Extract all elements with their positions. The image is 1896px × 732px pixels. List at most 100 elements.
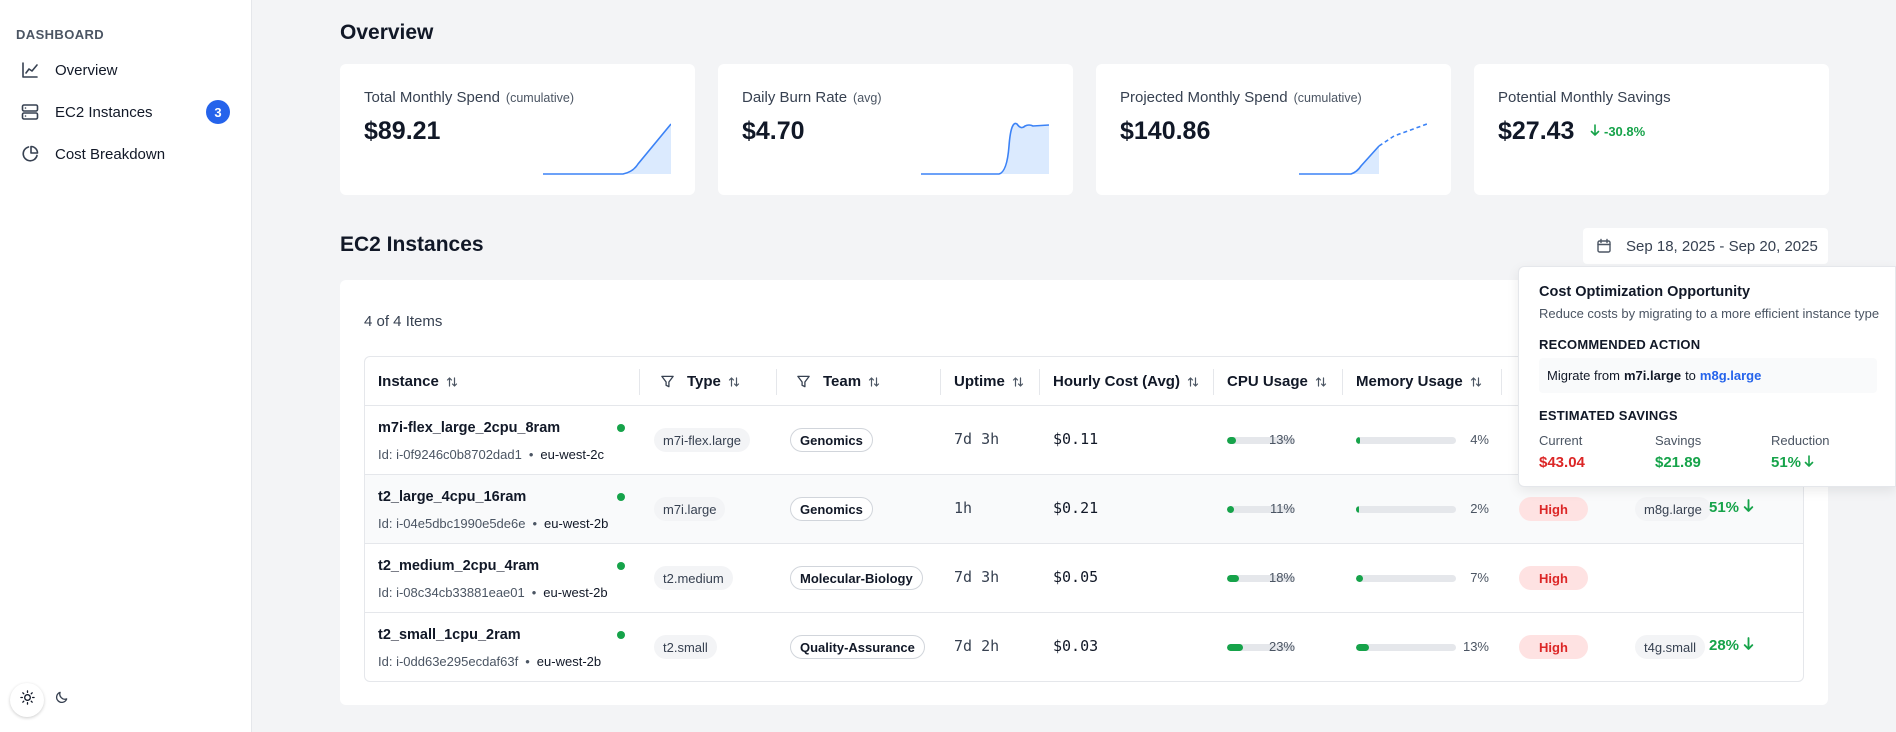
separator-dot: • — [532, 516, 538, 531]
migrate-to-type-link[interactable]: m8g.large — [1700, 368, 1761, 383]
memory-usage-value: 7% — [1470, 570, 1489, 585]
uptime-value: 7d 2h — [954, 637, 1000, 655]
separator-dot: • — [525, 654, 530, 669]
filter-icon[interactable] — [796, 374, 811, 389]
savings-change: -30.8% — [1590, 124, 1645, 139]
popover-description: Reduce costs by migrating to a more effi… — [1539, 306, 1880, 321]
stat-label: Total Monthly Spend (cumulative) — [364, 89, 574, 106]
stat-label-sub: (cumulative) — [505, 91, 574, 105]
instance-id: Id: i-08c34cb33881eae01 — [378, 585, 525, 600]
reduction-value-wrap: 51% — [1771, 454, 1830, 471]
instance-name: t2_small_1cpu_2ram — [378, 627, 521, 643]
uptime-value: 7d 3h — [954, 568, 1000, 586]
savings-percent: 51% — [1709, 499, 1754, 516]
sort-icon[interactable] — [1470, 376, 1482, 388]
current-cost-label: Current — [1539, 433, 1583, 448]
recommended-action-heading: RECOMMENDED ACTION — [1539, 337, 1701, 352]
memory-usage-value: 2% — [1470, 501, 1489, 516]
sidebar-item-label: Overview — [55, 61, 118, 79]
column-separator — [1039, 369, 1040, 395]
memory-usage-bar-fill — [1356, 644, 1369, 651]
instance-id: Id: i-0dd63e295ecdaf63f — [378, 654, 519, 669]
ec2-section-title: EC2 Instances — [340, 233, 484, 256]
filter-icon[interactable] — [660, 374, 675, 389]
current-cost-value: $43.04 — [1539, 454, 1585, 471]
instance-name: t2_medium_2cpu_4ram — [378, 558, 540, 574]
type-chip: t2.medium — [654, 566, 733, 590]
status-dot — [617, 424, 625, 432]
column-header-cpu-usage[interactable]: CPU Usage — [1227, 357, 1327, 406]
column-header-instance[interactable]: Instance — [378, 357, 458, 406]
recommendation-badge[interactable]: High — [1519, 635, 1588, 659]
suggested-type-chip: m8g.large — [1635, 497, 1711, 521]
instance-id: Id: i-0f9246c0b8702dad1 — [378, 447, 522, 462]
sidebar-item-label: EC2 Instances — [55, 103, 153, 121]
column-label: CPU Usage — [1227, 373, 1308, 390]
instance-meta: Id: i-0dd63e295ecdaf63f • eu-west-2b — [378, 654, 601, 669]
sidebar-item-overview[interactable]: Overview — [16, 53, 230, 87]
recommendation-badge[interactable]: High — [1519, 497, 1588, 521]
estimated-savings-heading: ESTIMATED SAVINGS — [1539, 408, 1678, 423]
column-header-hourly-cost[interactable]: Hourly Cost (Avg) — [1053, 357, 1199, 406]
memory-usage-bar — [1356, 506, 1456, 513]
sort-icon[interactable] — [446, 376, 458, 388]
status-dot — [617, 493, 625, 501]
hourly-cost-value: $0.03 — [1053, 637, 1099, 655]
column-label: Hourly Cost (Avg) — [1053, 373, 1180, 390]
status-dot — [617, 631, 625, 639]
sparkline-chart — [1299, 123, 1427, 175]
table-row[interactable]: t2_small_1cpu_2ram Id: i-0dd63e295ecdaf6… — [365, 613, 1803, 681]
reduction-value: 51% — [1771, 454, 1802, 471]
sort-icon[interactable] — [1012, 376, 1024, 388]
cpu-usage-bar-fill — [1227, 506, 1235, 513]
calendar-icon — [1596, 238, 1612, 254]
instance-meta: Id: i-0f9246c0b8702dad1 • eu-west-2c — [378, 447, 604, 462]
team-chip: Genomics — [790, 497, 873, 521]
stat-label-text: Potential Monthly Savings — [1498, 89, 1671, 106]
team-chip: Genomics — [790, 428, 873, 452]
stat-label-text: Total Monthly Spend — [364, 89, 500, 106]
sort-icon[interactable] — [1315, 376, 1327, 388]
memory-usage-bar — [1356, 644, 1456, 651]
instance-name: t2_large_4cpu_16ram — [378, 489, 527, 505]
stat-label-sub: (cumulative) — [1293, 91, 1362, 105]
sidebar-item-ec2-instances[interactable]: EC2 Instances 3 — [16, 95, 230, 129]
memory-usage-bar-fill — [1356, 437, 1360, 444]
sort-icon[interactable] — [728, 376, 740, 388]
team-chip: Quality-Assurance — [790, 635, 925, 659]
pie-chart-icon — [20, 144, 40, 164]
stat-value: $4.70 — [742, 117, 805, 145]
cpu-usage-bar-fill — [1227, 437, 1236, 444]
memory-usage-bar — [1356, 575, 1456, 582]
date-range-picker[interactable]: Sep 18, 2025 - Sep 20, 2025 — [1583, 228, 1828, 264]
column-header-memory-usage[interactable]: Memory Usage — [1356, 357, 1482, 406]
savings-percent: 28% — [1709, 637, 1754, 654]
stat-card-daily-burn-rate: Daily Burn Rate (avg) $4.70 — [718, 64, 1073, 195]
column-header-type[interactable]: Type — [660, 357, 740, 406]
recommendation-badge[interactable]: High — [1519, 566, 1588, 590]
sidebar-item-cost-breakdown[interactable]: Cost Breakdown — [16, 137, 230, 171]
cpu-usage-value: 23% — [1268, 639, 1295, 654]
suggested-type-chip: t4g.small — [1635, 635, 1706, 659]
table-row[interactable]: t2_medium_2cpu_4ram Id: i-08c34cb33881ea… — [365, 544, 1803, 613]
stat-label-sub: (avg) — [853, 91, 882, 105]
column-separator — [776, 369, 777, 395]
sort-icon[interactable] — [1187, 376, 1199, 388]
sidebar: DASHBOARD Overview EC2 Instances 3 Cost … — [0, 0, 252, 732]
sort-icon[interactable] — [868, 376, 880, 388]
instance-region: eu-west-2b — [536, 654, 602, 669]
separator-dot: • — [528, 447, 534, 462]
savings-percent-value: 28% — [1709, 637, 1740, 654]
hourly-cost-value: $0.21 — [1053, 499, 1099, 517]
savings-amount-label: Savings — [1655, 433, 1702, 448]
cpu-usage-bar-fill — [1227, 575, 1240, 582]
cpu-usage-value: 13% — [1268, 432, 1295, 447]
sun-icon — [19, 690, 35, 710]
dark-theme-button[interactable] — [44, 683, 78, 717]
column-header-team[interactable]: Team — [796, 357, 880, 406]
light-theme-button[interactable] — [10, 683, 44, 717]
column-separator — [1213, 369, 1214, 395]
hourly-cost-value: $0.05 — [1053, 568, 1099, 586]
stat-label-text: Daily Burn Rate — [742, 89, 848, 106]
column-header-uptime[interactable]: Uptime — [954, 357, 1024, 406]
